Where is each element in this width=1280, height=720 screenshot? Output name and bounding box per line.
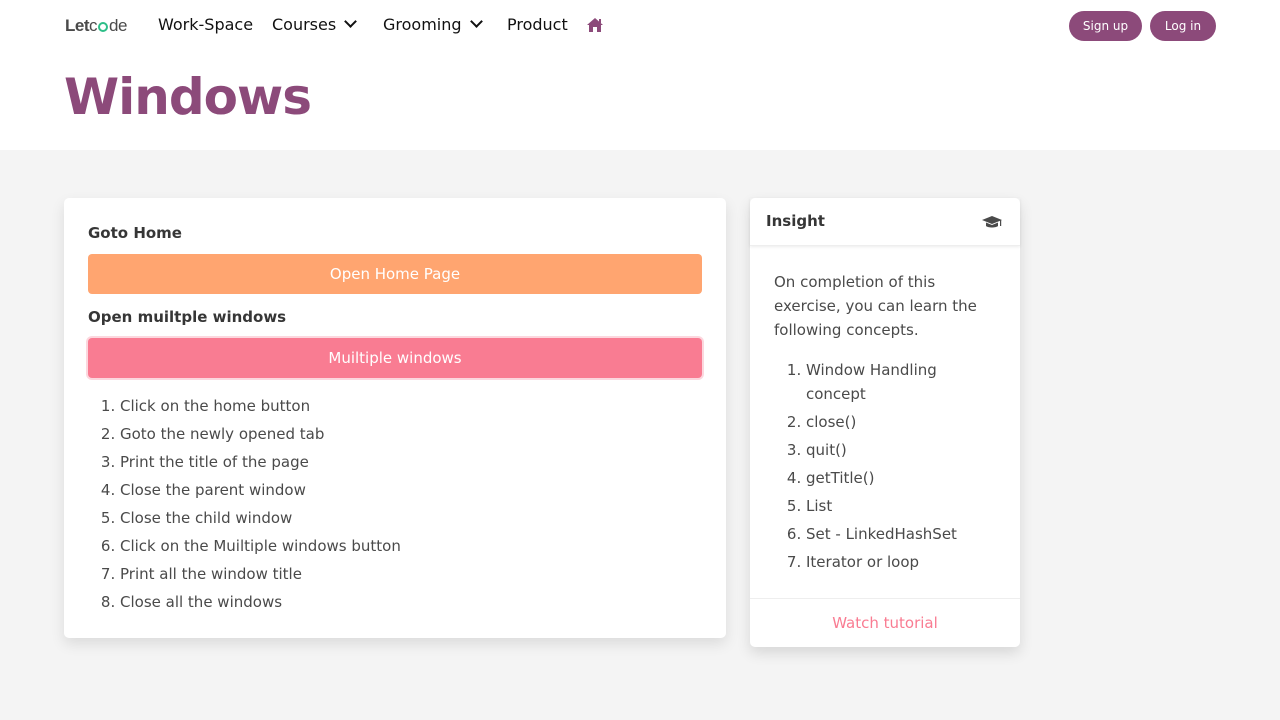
insight-card: Insight On completion of this exercise, … (750, 198, 1020, 647)
insight-header: Insight (750, 198, 1020, 246)
nav-grooming-label: Grooming (383, 15, 462, 34)
chevron-down-icon (469, 15, 483, 28)
nav-workspace[interactable]: Work-Space (158, 15, 253, 34)
list-item: List (806, 494, 996, 518)
list-item: close() (806, 410, 996, 434)
steps-list: Click on the home button Goto the newly … (120, 394, 401, 618)
goto-home-label: Goto Home (88, 224, 182, 242)
list-item: Set - LinkedHashSet (806, 522, 996, 546)
list-item: Click on the home button (120, 394, 401, 422)
page-title: Windows (64, 68, 312, 126)
nav-courses[interactable]: Courses (272, 15, 358, 34)
graduation-cap-icon (982, 216, 1002, 228)
nav-product-label: Product (507, 15, 568, 34)
multiple-windows-button[interactable]: Muiltiple windows (88, 338, 702, 378)
list-item: Close the child window (120, 506, 401, 534)
letcode-logo[interactable]: Letc de (65, 16, 127, 36)
list-item: quit() (806, 438, 996, 462)
list-item: Close the parent window (120, 478, 401, 506)
chevron-down-icon (344, 15, 358, 28)
insight-intro: On completion of this exercise, you can … (774, 273, 977, 339)
login-button[interactable]: Log in (1150, 11, 1216, 41)
open-multiple-windows-label: Open muiltple windows (88, 308, 287, 326)
list-item: Goto the newly opened tab (120, 422, 401, 450)
concepts-list: Window Handling concept close() quit() g… (806, 358, 996, 578)
list-item: Print the title of the page (120, 450, 401, 478)
logo-c: c (89, 16, 98, 35)
logo-o-ring (98, 22, 108, 32)
logo-de: de (109, 16, 127, 35)
signup-button[interactable]: Sign up (1069, 11, 1142, 41)
exercise-card: Goto Home Open Home Page Open muiltple w… (64, 198, 726, 638)
nav-workspace-label: Work-Space (158, 15, 254, 34)
insight-title: Insight (766, 212, 825, 230)
top-navbar: Letc de Work-Space Courses Grooming Produ… (0, 0, 1280, 52)
insight-footer: Watch tutorial (750, 598, 1020, 647)
logo-let: Let (65, 16, 90, 35)
page-header: Windows (0, 52, 1280, 150)
list-item: Print all the window title (120, 562, 401, 590)
home-icon[interactable] (586, 17, 604, 33)
nav-courses-label: Courses (272, 15, 337, 34)
list-item: Iterator or loop (806, 550, 996, 574)
watch-tutorial-link[interactable]: Watch tutorial (832, 614, 938, 632)
list-item: Close all the windows (120, 590, 401, 618)
nav-grooming[interactable]: Grooming (383, 15, 483, 34)
list-item: Window Handling concept (806, 358, 996, 406)
list-item: Click on the Muiltiple windows button (120, 534, 401, 562)
open-home-page-button[interactable]: Open Home Page (88, 254, 702, 294)
list-item: getTitle() (806, 466, 996, 490)
nav-product[interactable]: Product (507, 15, 568, 34)
